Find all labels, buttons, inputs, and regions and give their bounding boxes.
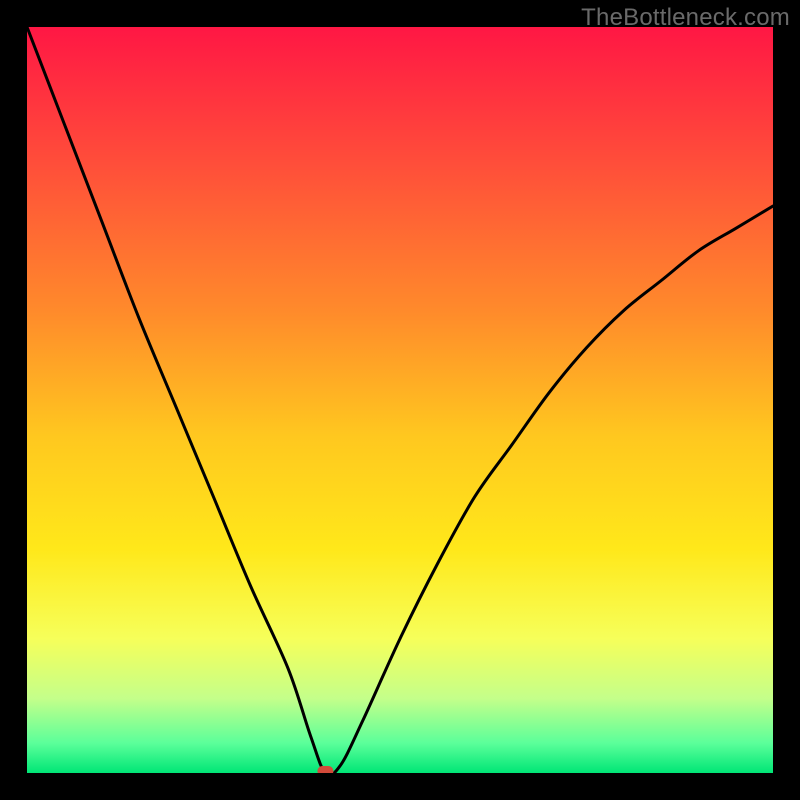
- gradient-background: [27, 27, 773, 773]
- chart-frame: TheBottleneck.com: [0, 0, 800, 800]
- watermark-text: TheBottleneck.com: [581, 4, 790, 32]
- chart-svg: [27, 27, 773, 773]
- plot-area: [27, 27, 773, 773]
- marker-dot: [317, 766, 333, 773]
